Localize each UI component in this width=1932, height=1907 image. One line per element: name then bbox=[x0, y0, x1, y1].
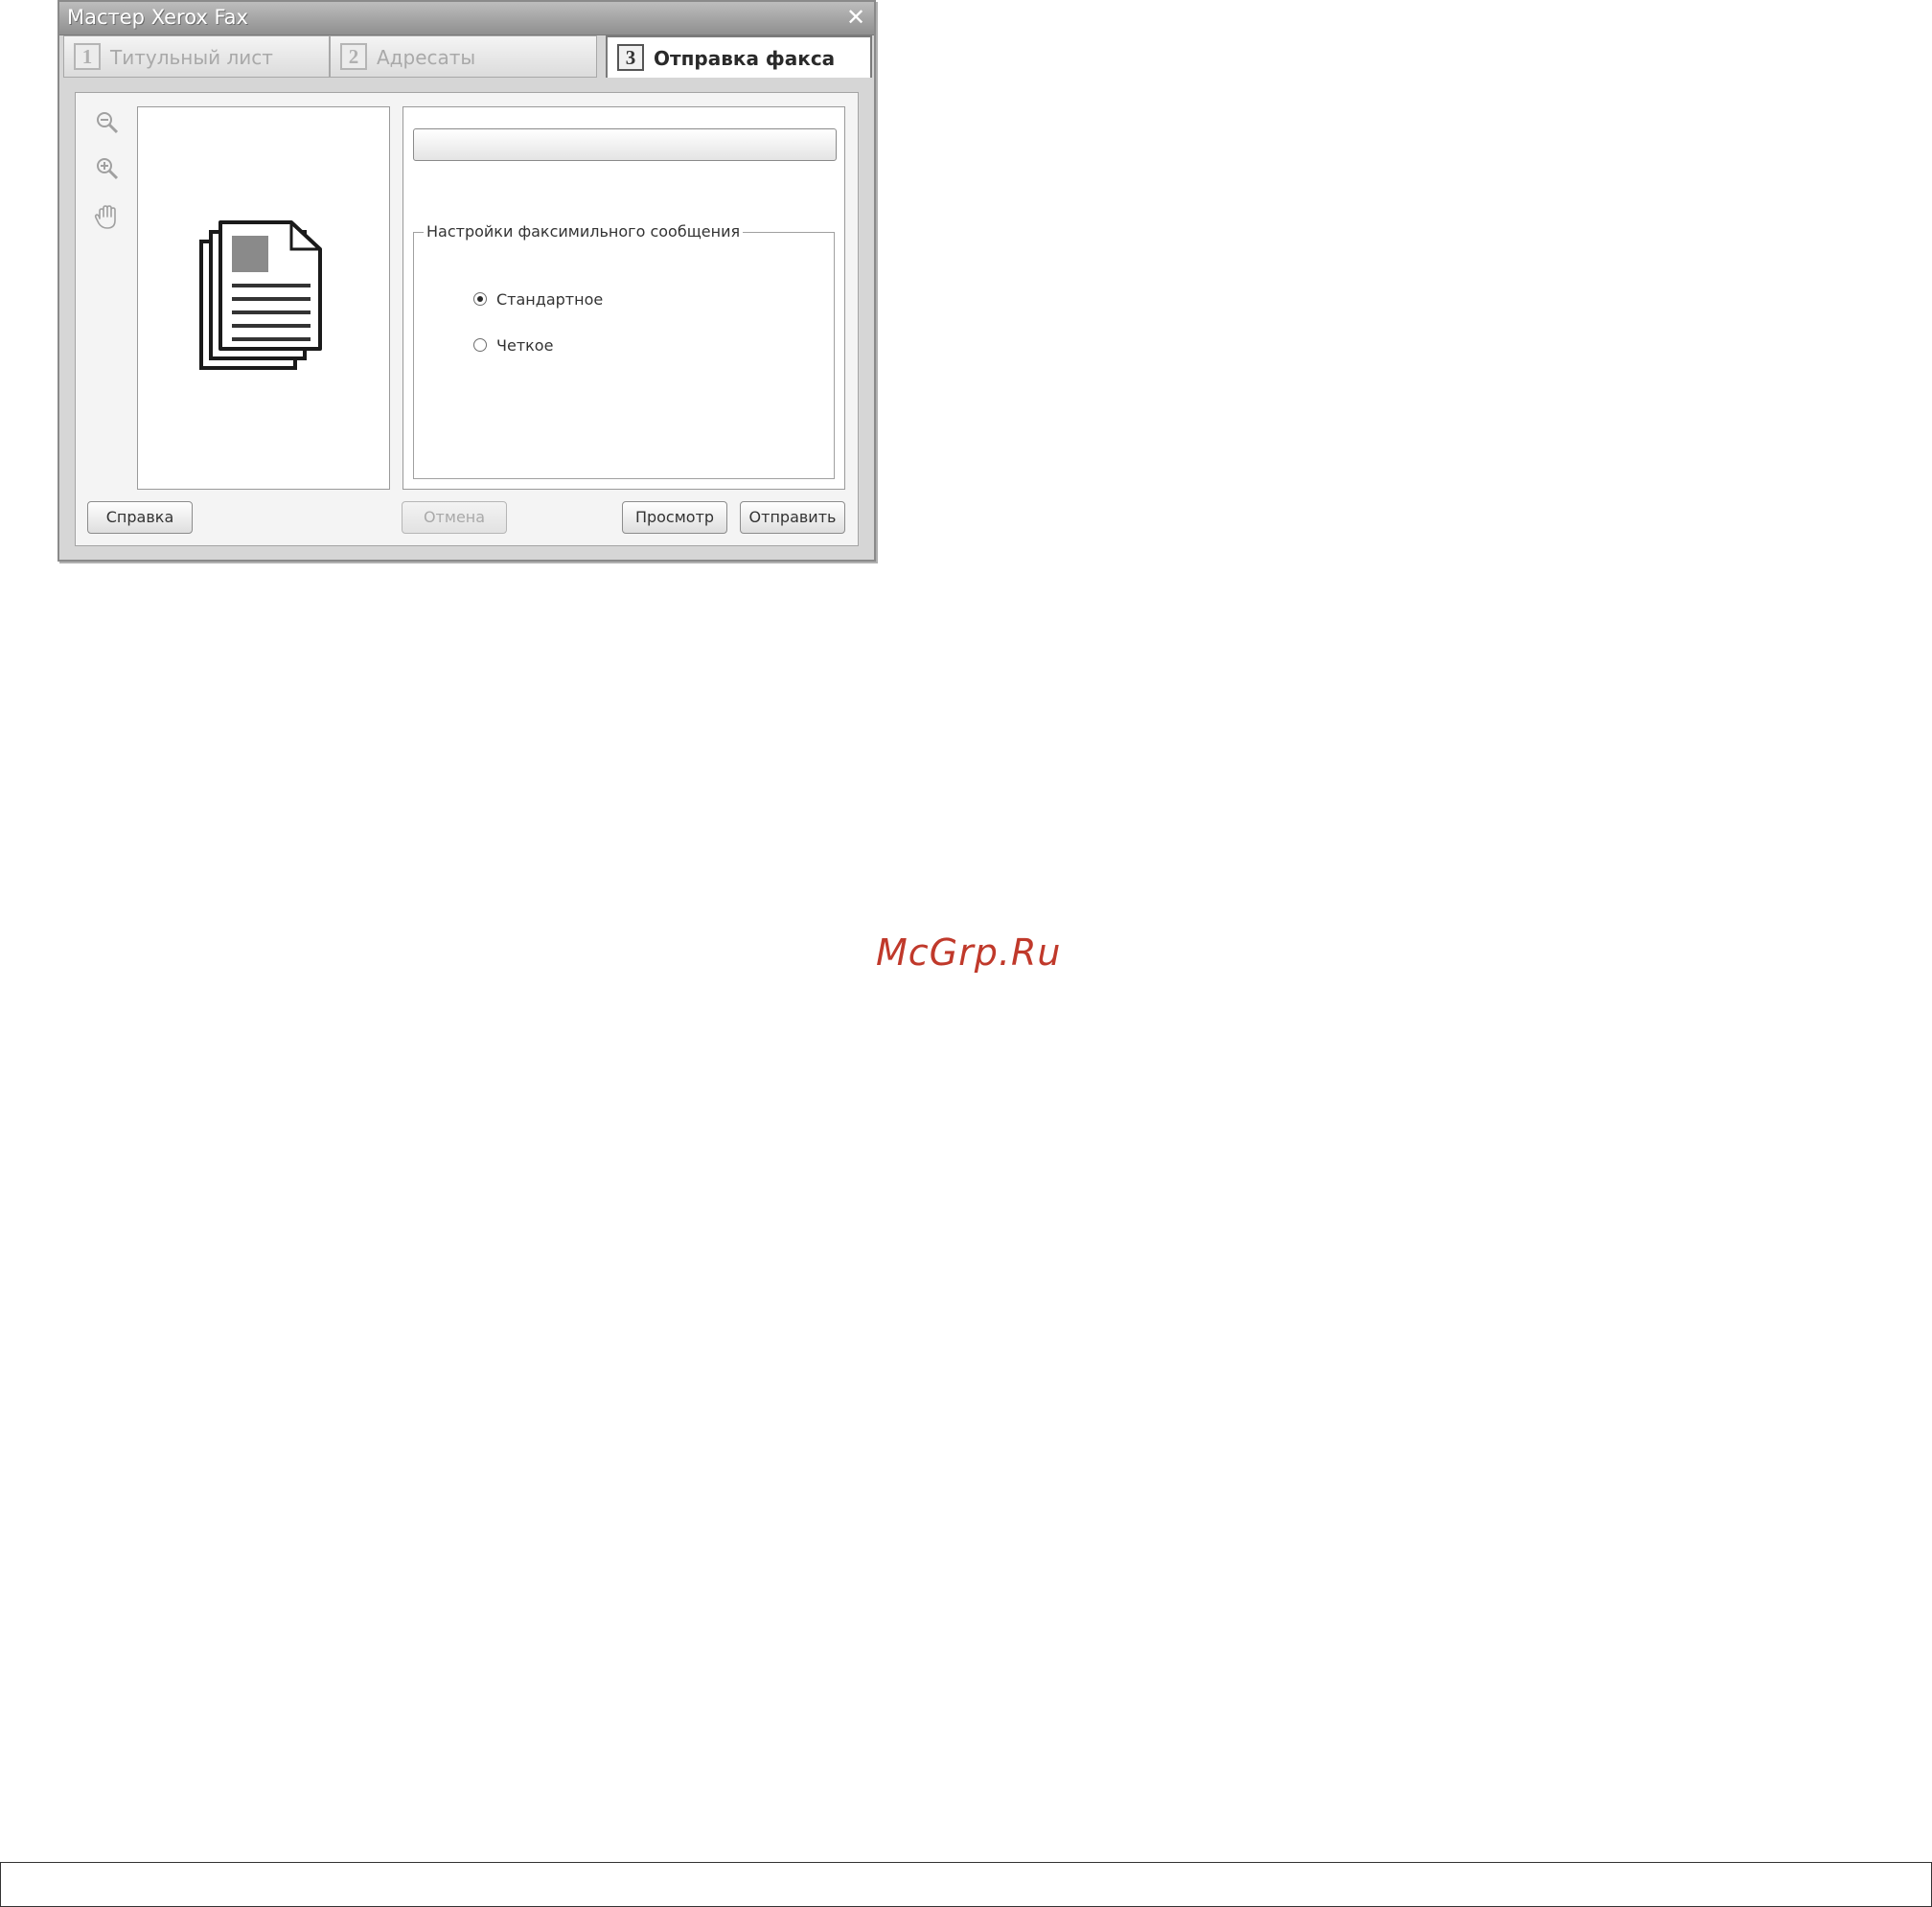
wizard-panel: Настройки факсимильного сообщения Станда… bbox=[75, 92, 859, 546]
radio-standard[interactable]: Стандартное bbox=[473, 288, 603, 310]
help-button[interactable]: Справка bbox=[87, 501, 193, 534]
zoom-in-icon[interactable] bbox=[91, 152, 124, 185]
tab-step-number: 2 bbox=[340, 43, 367, 70]
send-settings-area: Настройки факсимильного сообщения Станда… bbox=[402, 106, 845, 490]
fax-settings-group: Настройки факсимильного сообщения Станда… bbox=[413, 222, 835, 479]
document-pages-icon bbox=[196, 220, 330, 378]
tab-step-number: 1 bbox=[74, 43, 101, 70]
preview-button[interactable]: Просмотр bbox=[622, 501, 727, 534]
send-progress-bar bbox=[413, 128, 837, 161]
send-button[interactable]: Отправить bbox=[740, 501, 845, 534]
cancel-button[interactable]: Отмена bbox=[402, 501, 507, 534]
close-button[interactable]: ✕ bbox=[843, 5, 868, 30]
radio-fine[interactable]: Четкое bbox=[473, 334, 553, 356]
wizard-tabs: 1 Титульный лист 2 Адресаты 3 Отправка ф… bbox=[63, 35, 872, 80]
tab-cover-page[interactable]: 1 Титульный лист bbox=[63, 35, 330, 78]
fax-settings-legend: Настройки факсимильного сообщения bbox=[424, 222, 744, 241]
tab-label: Адресаты bbox=[377, 46, 476, 69]
hand-pan-icon[interactable] bbox=[91, 200, 124, 233]
radio-standard-indicator[interactable] bbox=[473, 292, 487, 306]
fax-preview-area bbox=[137, 106, 390, 490]
title-bar[interactable]: Мастер Xerox Fax ✕ bbox=[59, 2, 874, 35]
fax-wizard-window: Мастер Xerox Fax ✕ 1 Титульный лист 2 Ад… bbox=[58, 0, 876, 562]
tab-send-fax[interactable]: 3 Отправка факса bbox=[606, 35, 872, 78]
watermark-text: McGrp.Ru bbox=[876, 931, 1062, 974]
window-title: Мастер Xerox Fax bbox=[67, 6, 248, 29]
tab-recipients[interactable]: 2 Адресаты bbox=[330, 35, 597, 78]
zoom-out-icon[interactable] bbox=[91, 106, 124, 139]
tab-label: Отправка факса bbox=[654, 47, 836, 70]
footer-bar bbox=[0, 1862, 1932, 1907]
radio-fine-indicator[interactable] bbox=[473, 338, 487, 352]
radio-fine-label: Четкое bbox=[496, 335, 554, 355]
radio-standard-label: Стандартное bbox=[496, 289, 604, 309]
tab-step-number: 3 bbox=[617, 44, 644, 71]
tab-label: Титульный лист bbox=[110, 46, 273, 69]
